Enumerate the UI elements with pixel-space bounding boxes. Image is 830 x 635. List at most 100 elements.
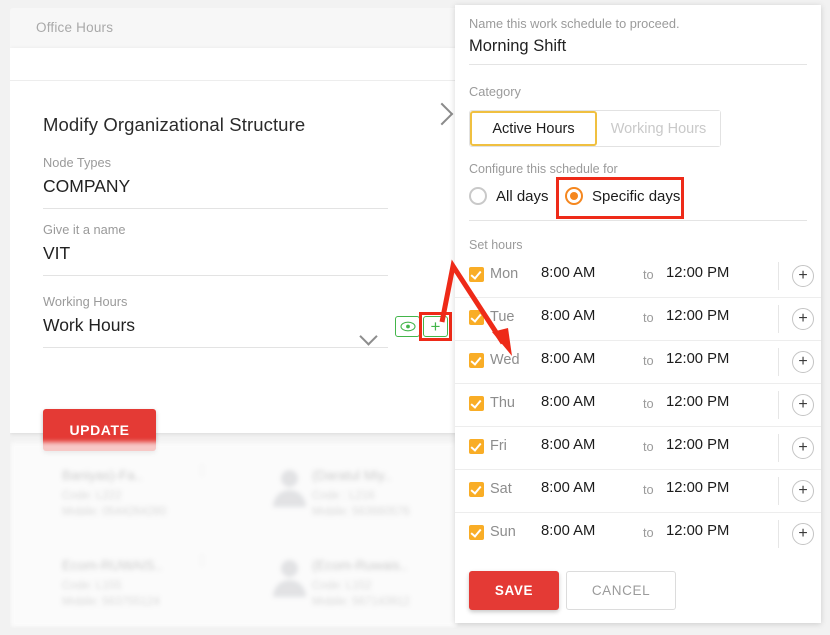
contact-card[interactable]: Baniyas)-Fa.. Code: L222 Mobile: 0544264… [10, 464, 210, 548]
field-name-input[interactable]: VIT [43, 241, 388, 266]
start-time-field[interactable]: 8:00 AM [541, 480, 595, 496]
eye-icon [399, 321, 416, 332]
divider [778, 391, 779, 419]
contact-menu-icon[interactable]: ⋮ [196, 464, 208, 476]
day-checkbox-wed[interactable] [469, 353, 484, 368]
start-time-field[interactable]: 8:00 AM [541, 394, 595, 410]
divider [778, 434, 779, 462]
day-label: Mon [490, 266, 519, 282]
radio-unselected-icon [469, 187, 487, 205]
contact-name: (Daratul Miy.. [312, 468, 392, 483]
add-time-slot-button[interactable]: + [792, 394, 814, 416]
table-row: Wed 8:00 AM to 12:00 PM + [455, 341, 821, 384]
divider [778, 348, 779, 376]
day-label: Wed [490, 352, 520, 368]
add-time-slot-button[interactable]: + [792, 480, 814, 502]
annotation-highlight-specific-days [556, 177, 684, 219]
field-name-label: Give it a name [43, 222, 126, 237]
end-time-field[interactable]: 12:00 PM [666, 265, 729, 281]
add-time-slot-button[interactable]: + [792, 523, 814, 545]
divider [469, 220, 807, 221]
page-title: Modify Organizational Structure [43, 114, 306, 135]
contact-code: Code: L155 [62, 580, 122, 592]
all-days-label: All days [496, 187, 549, 205]
end-time-field[interactable]: 12:00 PM [666, 523, 729, 539]
field-give-it-a-name: Give it a name VIT [43, 221, 388, 276]
contact-card[interactable]: (Ecom-Ruwais.. Code: L152 Mobile: 567143… [250, 554, 458, 628]
cancel-button[interactable]: CANCEL [566, 571, 676, 610]
divider [469, 64, 807, 65]
work-schedule-dialog: Name this work schedule to proceed. Morn… [455, 5, 821, 623]
chevron-right-icon[interactable] [430, 102, 454, 126]
schedule-name-input[interactable]: Morning Shift [469, 37, 566, 56]
contact-mobile: Mobile: 567143912 [312, 596, 410, 608]
day-label: Tue [490, 309, 515, 325]
day-checkbox-sun[interactable] [469, 525, 484, 540]
left-panel: Office Hours Modify Organizational Struc… [10, 8, 458, 628]
end-time-field[interactable]: 12:00 PM [666, 351, 729, 367]
add-time-slot-button[interactable]: + [792, 265, 814, 287]
field-working-hours: Working Hours Work Hours [43, 293, 388, 348]
add-time-slot-button[interactable]: + [792, 308, 814, 330]
contacts-card-blurred: Baniyas)-Fa.. Code: L222 Mobile: 0544264… [10, 442, 458, 628]
contact-card[interactable]: Ecom-RUWAIS.. Code: L155 Mobile: 5637551… [10, 554, 210, 628]
contact-row: Baniyas)-Fa.. Code: L222 Mobile: 0544264… [10, 464, 458, 548]
day-checkbox-fri[interactable] [469, 439, 484, 454]
contact-name: (Ecom-Ruwais.. [312, 558, 408, 573]
to-label: to [643, 439, 654, 454]
divider [778, 477, 779, 505]
tab-working-hours[interactable]: Working Hours [597, 111, 720, 146]
add-time-slot-button[interactable]: + [792, 351, 814, 373]
day-checkbox-thu[interactable] [469, 396, 484, 411]
configure-schedule-label: Configure this schedule for [469, 162, 618, 176]
field-node-types-label: Node Types [43, 155, 112, 170]
save-button[interactable]: SAVE [469, 571, 559, 610]
avatar [268, 558, 312, 602]
field-working-hours-select[interactable]: Work Hours [43, 313, 388, 338]
set-hours-label: Set hours [469, 238, 523, 252]
day-checkbox-sat[interactable] [469, 482, 484, 497]
divider [778, 262, 779, 290]
to-label: to [643, 310, 654, 325]
preview-working-hours-button[interactable] [395, 316, 420, 337]
tab-active-hours[interactable]: Active Hours [470, 111, 597, 146]
contact-mobile: Mobile: 563755124 [62, 596, 160, 608]
table-row: Mon 8:00 AM to 12:00 PM + [455, 255, 821, 298]
divider [778, 305, 779, 333]
table-row: Tue 8:00 AM to 12:00 PM + [455, 298, 821, 341]
contact-name: Baniyas)-Fa.. [62, 468, 143, 483]
field-node-types: Node Types COMPANY [43, 154, 388, 209]
field-node-types-value[interactable]: COMPANY [43, 174, 388, 199]
category-label: Category [469, 84, 521, 99]
end-time-field[interactable]: 12:00 PM [666, 480, 729, 496]
start-time-field[interactable]: 8:00 AM [541, 523, 595, 539]
day-checkbox-mon[interactable] [469, 267, 484, 282]
tab-office-hours[interactable]: Office Hours [36, 20, 113, 35]
contact-menu-icon[interactable]: ⋮ [196, 554, 208, 566]
end-time-field[interactable]: 12:00 PM [666, 308, 729, 324]
start-time-field[interactable]: 8:00 AM [541, 351, 595, 367]
card-sub-toolbar [10, 48, 458, 81]
table-row: Sun 8:00 AM to 12:00 PM + [455, 513, 821, 555]
organization-form-card: Modify Organizational Structure Node Typ… [10, 48, 458, 451]
end-time-field[interactable]: 12:00 PM [666, 437, 729, 453]
add-time-slot-button[interactable]: + [792, 437, 814, 459]
start-time-field[interactable]: 8:00 AM [541, 308, 595, 324]
start-time-field[interactable]: 8:00 AM [541, 437, 595, 453]
to-label: to [643, 396, 654, 411]
to-label: to [643, 353, 654, 368]
day-label: Fri [490, 438, 507, 454]
contact-row: Ecom-RUWAIS.. Code: L155 Mobile: 5637551… [10, 554, 458, 628]
day-checkbox-tue[interactable] [469, 310, 484, 325]
all-days-radio[interactable]: All days [469, 187, 549, 205]
contact-code: Code: L152 [312, 580, 372, 592]
to-label: to [643, 267, 654, 282]
category-toggle-group: Active Hours Working Hours [469, 110, 721, 147]
start-time-field[interactable]: 8:00 AM [541, 265, 595, 281]
contact-card[interactable]: (Daratul Miy.. Code : L216 Mobile: 56366… [250, 464, 458, 548]
end-time-field[interactable]: 12:00 PM [666, 394, 729, 410]
divider [43, 208, 388, 209]
field-working-hours-label: Working Hours [43, 294, 128, 309]
day-label: Sun [490, 524, 516, 540]
annotation-highlight-add-button [419, 312, 452, 341]
